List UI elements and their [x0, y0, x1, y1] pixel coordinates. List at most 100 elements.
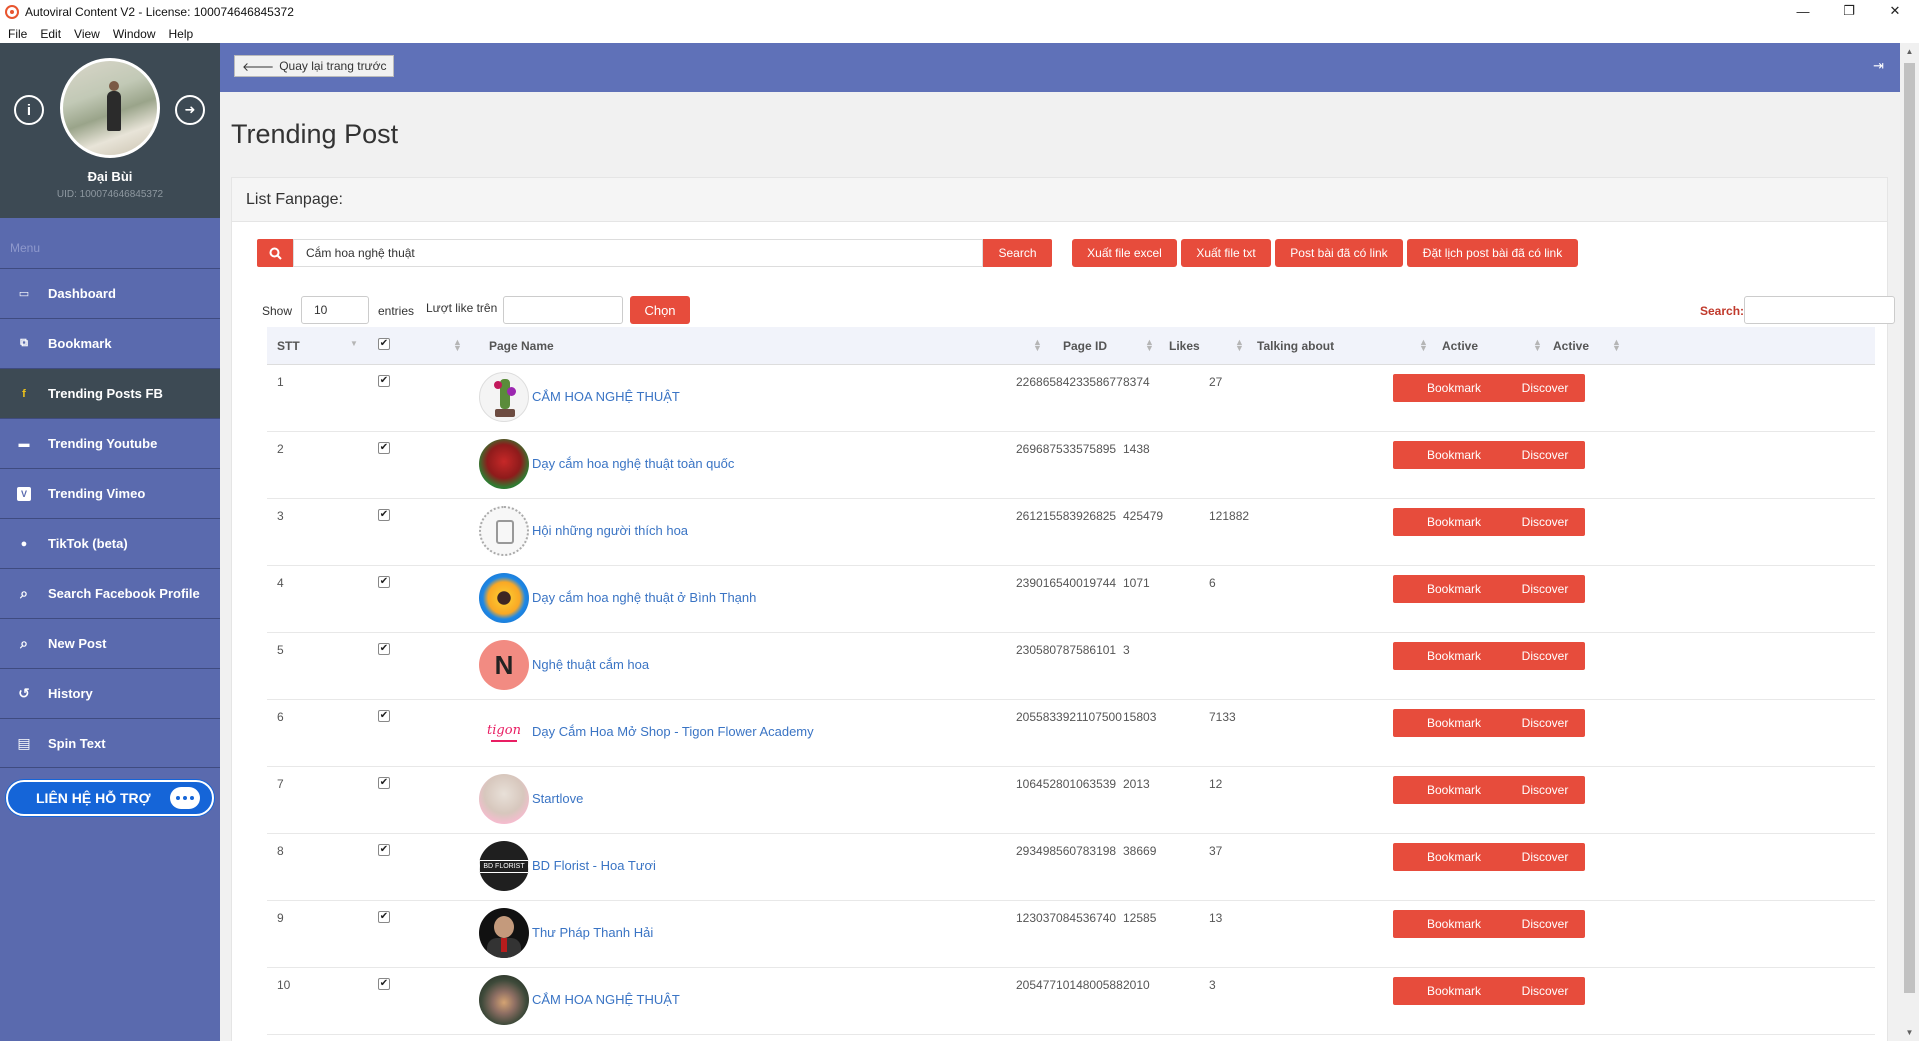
column-page-id[interactable]: Page ID — [1063, 339, 1107, 353]
page-name-link[interactable]: Hội những người thích hoa — [532, 523, 688, 538]
sidebar-item-trending-vimeo[interactable]: V Trending Vimeo — [0, 468, 220, 518]
sign-out-icon[interactable]: ⇥ — [1873, 58, 1884, 74]
sort-icon[interactable]: ▲ ▼ — [1235, 338, 1244, 353]
sidebar-item-history[interactable]: ↺ History — [0, 668, 220, 718]
sidebar-item-dashboard[interactable]: ▭ Dashboard — [0, 268, 220, 318]
row-checkbox[interactable]: ✔ — [378, 911, 390, 923]
row-checkbox[interactable]: ✔ — [378, 978, 390, 990]
discover-button[interactable]: Discover — [1505, 843, 1585, 871]
row-likes: 2013 — [1123, 777, 1150, 791]
page-name-link[interactable]: Startlove — [532, 791, 583, 806]
discover-button[interactable]: Discover — [1505, 642, 1585, 670]
export-excel-button[interactable]: Xuất file excel — [1072, 239, 1177, 267]
post-linked-button[interactable]: Post bài đã có link — [1275, 239, 1403, 267]
menu-help[interactable]: Help — [169, 27, 194, 41]
row-checkbox[interactable]: ✔ — [378, 442, 390, 454]
page-name-link[interactable]: Dạy cắm hoa nghệ thuật toàn quốc — [532, 456, 734, 471]
bookmark-button[interactable]: Bookmark — [1393, 910, 1515, 938]
window-titlebar: Autoviral Content V2 - License: 10007464… — [0, 0, 1919, 24]
discover-button[interactable]: Discover — [1505, 709, 1585, 737]
bookmark-button[interactable]: Bookmark — [1393, 709, 1515, 737]
keyword-search-input[interactable]: Cắm hoa nghệ thuật — [293, 239, 983, 267]
page-avatar — [479, 908, 529, 958]
bookmark-button[interactable]: Bookmark — [1393, 374, 1515, 402]
discover-button[interactable]: Discover — [1505, 575, 1585, 603]
sort-icon[interactable]: ▲ ▼ — [1612, 338, 1621, 353]
restore-icon[interactable]: ❐ — [1826, 0, 1872, 22]
column-page-name[interactable]: Page Name — [489, 339, 554, 353]
page-name-link[interactable]: CẮM HOA NGHỆ THUẬT — [532, 992, 680, 1007]
logout-circle-icon[interactable]: ➜ — [175, 95, 205, 125]
sort-desc-icon[interactable]: ▼ — [350, 340, 358, 348]
export-txt-button[interactable]: Xuất file txt — [1181, 239, 1271, 267]
bookmark-button[interactable]: Bookmark — [1393, 575, 1515, 603]
page-name-link[interactable]: Thư Pháp Thanh Hải — [532, 925, 653, 940]
entries-select[interactable]: 10 — [301, 296, 369, 324]
scrollbar-thumb[interactable] — [1904, 63, 1915, 993]
minimize-icon[interactable]: — — [1780, 0, 1826, 22]
choose-button[interactable]: Chọn — [630, 296, 690, 324]
sort-icon[interactable]: ▲ ▼ — [1033, 338, 1042, 353]
row-page-id: 293498560783198 — [1016, 844, 1117, 858]
discover-button[interactable]: Discover — [1505, 374, 1585, 402]
row-checkbox[interactable]: ✔ — [378, 375, 390, 387]
support-contact-button[interactable]: LIÊN HỆ HỖ TRỢ — [6, 780, 214, 816]
column-talking-about[interactable]: Talking about — [1257, 339, 1334, 353]
discover-button[interactable]: Discover — [1505, 441, 1585, 469]
scroll-up-icon[interactable]: ▲ — [1900, 43, 1919, 60]
page-name-link[interactable]: Dạy Cắm Hoa Mở Shop - Tigon Flower Acade… — [532, 724, 814, 739]
sidebar-item-search-facebook-profile[interactable]: ⌕ Search Facebook Profile — [0, 568, 220, 618]
close-icon[interactable]: ✕ — [1872, 0, 1918, 22]
sort-icon[interactable]: ▲ ▼ — [1533, 338, 1542, 353]
row-checkbox[interactable]: ✔ — [378, 576, 390, 588]
menu-file[interactable]: File — [8, 27, 27, 41]
arrow-left-icon: 🡐 — [242, 59, 275, 74]
select-all-checkbox[interactable]: ✔ — [378, 338, 390, 350]
bookmark-button[interactable]: Bookmark — [1393, 977, 1515, 1005]
bookmark-button[interactable]: Bookmark — [1393, 843, 1515, 871]
column-stt[interactable]: STT — [277, 339, 300, 353]
sort-icon[interactable]: ▲ ▼ — [1419, 338, 1428, 353]
sidebar-item-trending-youtube[interactable]: ▬ Trending Youtube — [0, 418, 220, 468]
discover-button[interactable]: Discover — [1505, 776, 1585, 804]
back-button[interactable]: 🡐 Quay lại trang trước — [234, 55, 395, 77]
sidebar-item-trending-posts-fb[interactable]: f Trending Posts FB — [0, 368, 220, 418]
bookmark-button[interactable]: Bookmark — [1393, 441, 1515, 469]
vertical-scrollbar[interactable]: ▲ ▼ — [1900, 43, 1919, 1041]
page-name-link[interactable]: Nghệ thuật cắm hoa — [532, 657, 649, 672]
sort-icon[interactable]: ▲ ▼ — [1145, 338, 1154, 353]
scroll-down-icon[interactable]: ▼ — [1900, 1024, 1919, 1041]
bookmark-button[interactable]: Bookmark — [1393, 776, 1515, 804]
sidebar-item-new-post[interactable]: ⌕ New Post — [0, 618, 220, 668]
row-checkbox[interactable]: ✔ — [378, 844, 390, 856]
bookmark-button[interactable]: Bookmark — [1393, 508, 1515, 536]
row-checkbox[interactable]: ✔ — [378, 777, 390, 789]
row-checkbox[interactable]: ✔ — [378, 710, 390, 722]
page-name-link[interactable]: CẮM HOA NGHỆ THUẬT — [532, 389, 680, 404]
menu-edit[interactable]: Edit — [40, 27, 61, 41]
avatar[interactable] — [60, 58, 160, 158]
like-filter-input[interactable] — [503, 296, 623, 324]
schedule-post-button[interactable]: Đặt lịch post bài đã có link — [1407, 239, 1578, 267]
discover-button[interactable]: Discover — [1505, 977, 1585, 1005]
bookmark-button[interactable]: Bookmark — [1393, 642, 1515, 670]
table-search-input[interactable] — [1744, 296, 1895, 324]
sidebar-item-bookmark[interactable]: ⧉ Bookmark — [0, 318, 220, 368]
sidebar-item-spin-text[interactable]: ▤ Spin Text — [0, 718, 220, 768]
page-name-link[interactable]: BD Florist - Hoa Tươi — [532, 858, 656, 873]
page-name-link[interactable]: Dạy cắm hoa nghệ thuật ở Bình Thạnh — [532, 590, 756, 605]
menu-view[interactable]: View — [74, 27, 100, 41]
row-checkbox[interactable]: ✔ — [378, 643, 390, 655]
menu-window[interactable]: Window — [113, 27, 156, 41]
profile-card: i ➜ Đại Bùi UID: 100074646845372 — [0, 43, 220, 218]
info-icon[interactable]: i — [14, 95, 44, 125]
discover-button[interactable]: Discover — [1505, 508, 1585, 536]
sort-icon[interactable]: ▲ ▼ — [453, 338, 462, 353]
column-active-discover[interactable]: Active — [1553, 339, 1589, 353]
row-checkbox[interactable]: ✔ — [378, 509, 390, 521]
sidebar-item-tiktok[interactable]: ● TikTok (beta) — [0, 518, 220, 568]
search-button[interactable]: Search — [983, 239, 1052, 267]
discover-button[interactable]: Discover — [1505, 910, 1585, 938]
column-likes[interactable]: Likes — [1169, 339, 1200, 353]
column-active-bookmark[interactable]: Active — [1442, 339, 1478, 353]
